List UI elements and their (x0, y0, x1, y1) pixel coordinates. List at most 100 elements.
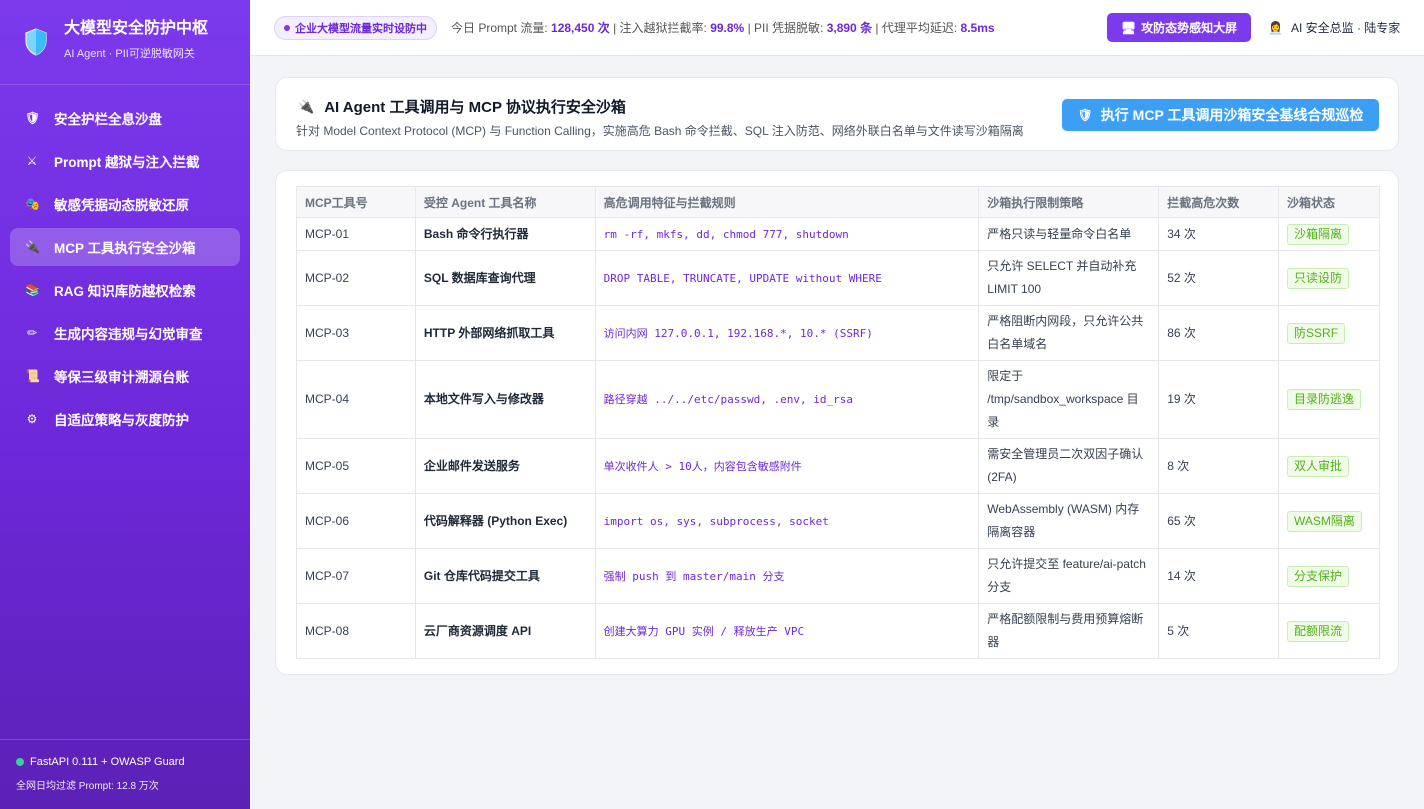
col-header-policy: 沙箱执行限制策略 (978, 186, 1160, 218)
live-badge-label: 企业大模型流量实时设防中 (295, 22, 427, 35)
status-badge: 分支保护 (1287, 565, 1350, 587)
sidebar-item-7[interactable]: ⚙ 自适应策略与灰度防护 (10, 400, 240, 438)
cell-sandbox-policy: WebAssembly (WASM) 内存隔离容器 (978, 493, 1160, 549)
col-header-count: 拦截高危次数 (1158, 186, 1280, 218)
cell-sandbox-policy: 需安全管理员二次双因子确认 (2FA) (978, 438, 1160, 494)
stat-prompt-label: 今日 Prompt 流量: (451, 21, 552, 35)
cell-sandbox-policy: 严格配额限制与费用预算熔断器 (978, 603, 1160, 659)
page-title: 🔌 AI Agent 工具调用与 MCP 协议执行安全沙箱 (298, 96, 626, 117)
cell-sandbox-status: 沙箱隔离 (1278, 217, 1380, 251)
live-dot-icon (284, 24, 290, 31)
stat-pii-label: | PII 凭据脱敏: (744, 21, 827, 35)
table-header-row: MCP工具号 受控 Agent 工具名称 高危调用特征与拦截规则 沙箱执行限制策… (296, 186, 1380, 218)
cell-tool-id: MCP-07 (296, 548, 416, 604)
col-header-tool: 受控 Agent 工具名称 (414, 186, 596, 218)
sidebar-item-icon: ⚔ (26, 154, 38, 168)
cell-tool-name: 企业邮件发送服务 (414, 438, 596, 494)
footer-stat: 全网日均过滤 Prompt: 12.8 万次 (16, 781, 159, 792)
sidebar-item-1[interactable]: ⚔ Prompt 越狱与注入拦截 (10, 142, 240, 180)
col-header-rule: 高危调用特征与拦截规则 (594, 186, 980, 218)
page-title-text: AI Agent 工具调用与 MCP 协议执行安全沙箱 (324, 99, 626, 116)
sidebar-item-label: 安全护栏全息沙盘 (54, 112, 162, 127)
sidebar-item-2[interactable]: 🎭 敏感凭据动态脱敏还原 (10, 185, 240, 223)
section-header-card: 🔌 AI Agent 工具调用与 MCP 协议执行安全沙箱 针对 Model C… (275, 77, 1399, 151)
sidebar-item-6[interactable]: 📜 等保三级审计溯源台账 (10, 357, 240, 395)
sidebar-footer: FastAPI 0.111 + OWASP Guard 全网日均过滤 Promp… (0, 739, 250, 809)
status-badge: 目录防逃逸 (1287, 389, 1362, 410)
status-badge: 配额限流 (1287, 620, 1350, 642)
cell-tool-id: MCP-06 (296, 493, 416, 549)
brand: 大模型安全防护中枢 AI Agent · PII可逆脱敏网关 (0, 0, 250, 85)
brand-subtitle: AI Agent · PII可逆脱敏网关 (64, 48, 195, 60)
live-status-badge: 企业大模型流量实时设防中 (274, 15, 437, 40)
patrol-button-label: 执行 MCP 工具调用沙箱安全基线合规巡检 (1100, 107, 1364, 123)
topbar: 企业大模型流量实时设防中 今日 Prompt 流量: 128,450 次 | 注… (250, 0, 1424, 56)
brand-title: 大模型安全防护中枢 (64, 20, 209, 37)
traffic-stats: 今日 Prompt 流量: 128,450 次 | 注入越狱拦截率: 99.8%… (451, 19, 995, 36)
status-badge: WASM隔离 (1287, 510, 1362, 532)
cell-intercept-rule: 强制 push 到 master/main 分支 (594, 548, 980, 604)
cell-intercept-count: 52 次 (1158, 250, 1280, 306)
cell-tool-name: Bash 命令行执行器 (414, 217, 596, 251)
cell-intercept-count: 8 次 (1158, 438, 1280, 494)
cell-intercept-count: 5 次 (1158, 603, 1280, 659)
footer-status: FastAPI 0.111 + OWASP Guard (30, 756, 185, 768)
status-badge: 双人审批 (1287, 455, 1350, 477)
sidebar-item-label: MCP 工具执行安全沙箱 (54, 241, 196, 256)
cell-tool-name: 代码解释器 (Python Exec) (414, 493, 596, 549)
cell-sandbox-policy: 严格阻断内网段，只允许公共白名单域名 (978, 305, 1160, 361)
status-badge: 只读设防 (1287, 267, 1350, 289)
table-row: MCP-06 代码解释器 (Python Exec) import os, sys,… (296, 493, 1380, 549)
sidebar-item-3[interactable]: 🔌 MCP 工具执行安全沙箱 (10, 228, 240, 266)
status-badge: 防SSRF (1287, 322, 1346, 344)
table-row: MCP-05 企业邮件发送服务 单次收件人 > 10人，内容包含敏感附件 需安全管理员… (296, 438, 1380, 494)
cell-intercept-rule: rm -rf, mkfs, dd, chmod 777, shutdown (594, 217, 980, 251)
cell-tool-name: Git 仓库代码提交工具 (414, 548, 596, 604)
cell-sandbox-policy: 只允许提交至 feature/ai-patch 分支 (978, 548, 1160, 604)
cell-sandbox-policy: 严格只读与轻量命令白名单 (978, 217, 1160, 251)
situation-dashboard-button[interactable]: 🖥 攻防态势感知大屏 (1107, 13, 1251, 42)
sidebar-item-5[interactable]: ✏ 生成内容违规与幻觉审查 (10, 314, 240, 352)
user-profile[interactable]: 👩‍💼 AI 安全总监 · 陆专家 (1268, 19, 1400, 36)
sidebar-item-label: RAG 知识库防越权检索 (54, 284, 196, 299)
monitor-icon: 🖥 (1120, 20, 1137, 35)
cell-intercept-rule: 访问内网 127.0.0.1, 192.168.*, 10.* (SSRF) (594, 305, 980, 361)
cell-intercept-count: 65 次 (1158, 493, 1280, 549)
cell-tool-name: SQL 数据库查询代理 (414, 250, 596, 306)
sidebar-item-icon: ⚙ (26, 412, 38, 426)
cell-intercept-count: 14 次 (1158, 548, 1280, 604)
situation-button-label: 攻防态势感知大屏 (1141, 21, 1238, 35)
sidebar-item-icon: ✏ (26, 326, 38, 340)
sidebar-item-label: Prompt 越狱与注入拦截 (54, 155, 200, 170)
status-dot-icon (16, 758, 24, 766)
sidebar-item-label: 自适应策略与灰度防护 (54, 413, 189, 428)
cell-intercept-count: 34 次 (1158, 217, 1280, 251)
stat-jailbreak-label: | 注入越狱拦截率: (609, 21, 711, 35)
stat-prompt-value: 128,450 次 (551, 21, 610, 35)
stat-latency-value: 8.5ms (960, 21, 995, 35)
baseline-patrol-button[interactable]: 🛡 执行 MCP 工具调用沙箱安全基线合规巡检 (1062, 99, 1379, 131)
cell-tool-id: MCP-01 (296, 217, 416, 251)
cell-intercept-rule: 创建大算力 GPU 实例 / 释放生产 VPC (594, 603, 980, 659)
sidebar: 大模型安全防护中枢 AI Agent · PII可逆脱敏网关 🛡 安全护栏全息沙盘… (0, 0, 250, 809)
cell-sandbox-status: 防SSRF (1278, 305, 1380, 361)
user-avatar-icon: 👩‍💼 (1268, 20, 1283, 35)
sidebar-item-label: 生成内容违规与幻觉审查 (54, 327, 203, 342)
cell-tool-name: 本地文件写入与修改器 (414, 360, 596, 439)
table-row: MCP-07 Git 仓库代码提交工具 强制 push 到 master/main … (296, 548, 1380, 604)
cell-intercept-rule: import os, sys, subprocess, socket (594, 493, 980, 549)
col-header-id: MCP工具号 (296, 186, 416, 218)
col-header-status: 沙箱状态 (1278, 186, 1380, 218)
stat-jailbreak-value: 99.8% (710, 21, 745, 35)
sidebar-item-icon: 📜 (25, 369, 40, 383)
sidebar-item-icon: 🔌 (25, 240, 40, 254)
page-description: 针对 Model Context Protocol (MCP) 与 Functi… (296, 124, 1024, 138)
cell-tool-name: HTTP 外部网络抓取工具 (414, 305, 596, 361)
sidebar-item-icon: 🎭 (25, 197, 40, 211)
sidebar-item-0[interactable]: 🛡 安全护栏全息沙盘 (10, 99, 240, 137)
sidebar-item-4[interactable]: 📚 RAG 知识库防越权检索 (10, 271, 240, 309)
cell-intercept-rule: DROP TABLE, TRUNCATE, UPDATE without WHE… (594, 250, 980, 306)
table-row: MCP-03 HTTP 外部网络抓取工具 访问内网 127.0.0.1, 192.1… (296, 305, 1380, 361)
cell-tool-id: MCP-05 (296, 438, 416, 494)
cell-intercept-count: 19 次 (1158, 360, 1280, 439)
